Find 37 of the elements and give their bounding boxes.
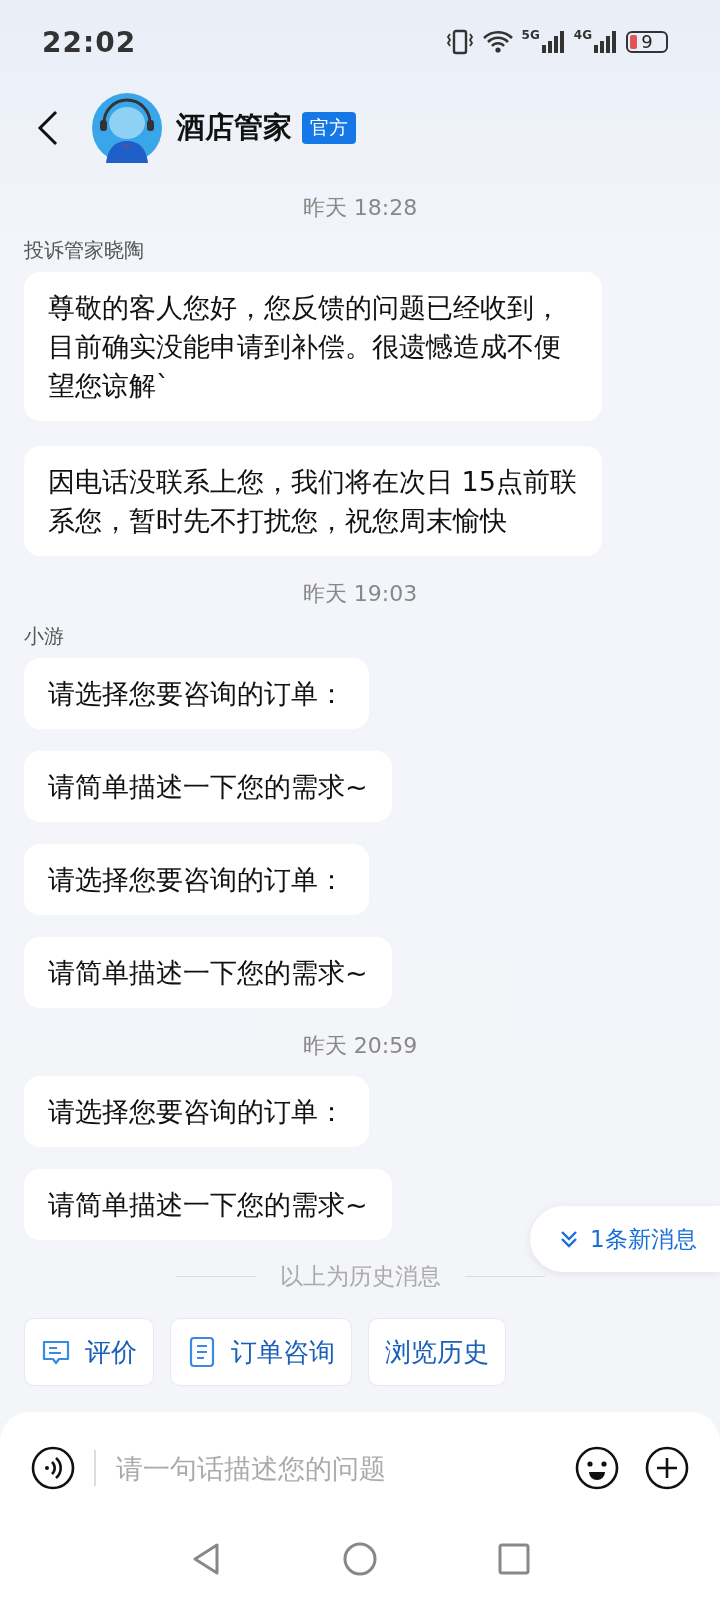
history-divider: 以上为历史消息 bbox=[279, 1261, 441, 1291]
recents-nav-icon[interactable] bbox=[497, 1542, 531, 1576]
quick-action-button[interactable]: 浏览历史 bbox=[368, 1318, 506, 1386]
official-badge: 官方 bbox=[302, 112, 356, 144]
new-messages-button[interactable]: 1条新消息 bbox=[530, 1206, 720, 1272]
message-bubble: 请简单描述一下您的需求~ bbox=[24, 1169, 392, 1240]
add-icon[interactable] bbox=[644, 1445, 690, 1491]
message-bubble: 请选择您要咨询的订单： bbox=[24, 844, 369, 915]
emoji-icon[interactable] bbox=[574, 1445, 620, 1491]
home-nav-icon[interactable] bbox=[343, 1542, 377, 1576]
vibrate-icon bbox=[445, 29, 474, 55]
document-icon bbox=[187, 1336, 217, 1368]
quick-action-button[interactable]: 评价 bbox=[24, 1318, 154, 1386]
signal-icon bbox=[592, 29, 618, 55]
quick-action-button[interactable]: 订单咨询 bbox=[170, 1318, 352, 1386]
wifi-icon bbox=[481, 30, 514, 54]
message-bubble: 因电话没联系上您，我们将在次日 15点前联系您，暂时先不打扰您，祝您周末愉快 bbox=[24, 446, 602, 556]
message-bubble: 尊敬的客人您好，您反馈的问题已经收到，目前确实没能申请到补偿。很遗憾造成不便望您谅解` bbox=[24, 272, 602, 421]
avatar bbox=[92, 93, 162, 163]
status-time: 22:02 bbox=[42, 25, 137, 59]
chevrons-down-icon bbox=[558, 1228, 580, 1250]
message-input[interactable]: 请一句话描述您的问题 bbox=[114, 1451, 574, 1485]
network-label: 5G bbox=[521, 29, 540, 41]
voice-icon[interactable] bbox=[30, 1445, 76, 1491]
sender-name: 小游 bbox=[24, 623, 64, 650]
network-label: 4G bbox=[573, 29, 592, 41]
message-bubble: 请简单描述一下您的需求~ bbox=[24, 751, 392, 822]
sender-name: 投诉管家晓陶 bbox=[24, 237, 144, 264]
chat-title: 酒店管家 bbox=[176, 109, 292, 146]
signal-icon bbox=[539, 29, 566, 55]
message-bubble: 请选择您要咨询的订单： bbox=[24, 658, 369, 729]
timestamp: 昨天 20:59 bbox=[302, 1032, 418, 1060]
battery-icon: 9 bbox=[626, 31, 668, 53]
timestamp: 昨天 18:28 bbox=[302, 194, 418, 222]
timestamp: 昨天 19:03 bbox=[302, 580, 418, 608]
message-bubble: 请选择您要咨询的订单： bbox=[24, 1076, 369, 1147]
message-bubble: 请简单描述一下您的需求~ bbox=[24, 937, 392, 1008]
